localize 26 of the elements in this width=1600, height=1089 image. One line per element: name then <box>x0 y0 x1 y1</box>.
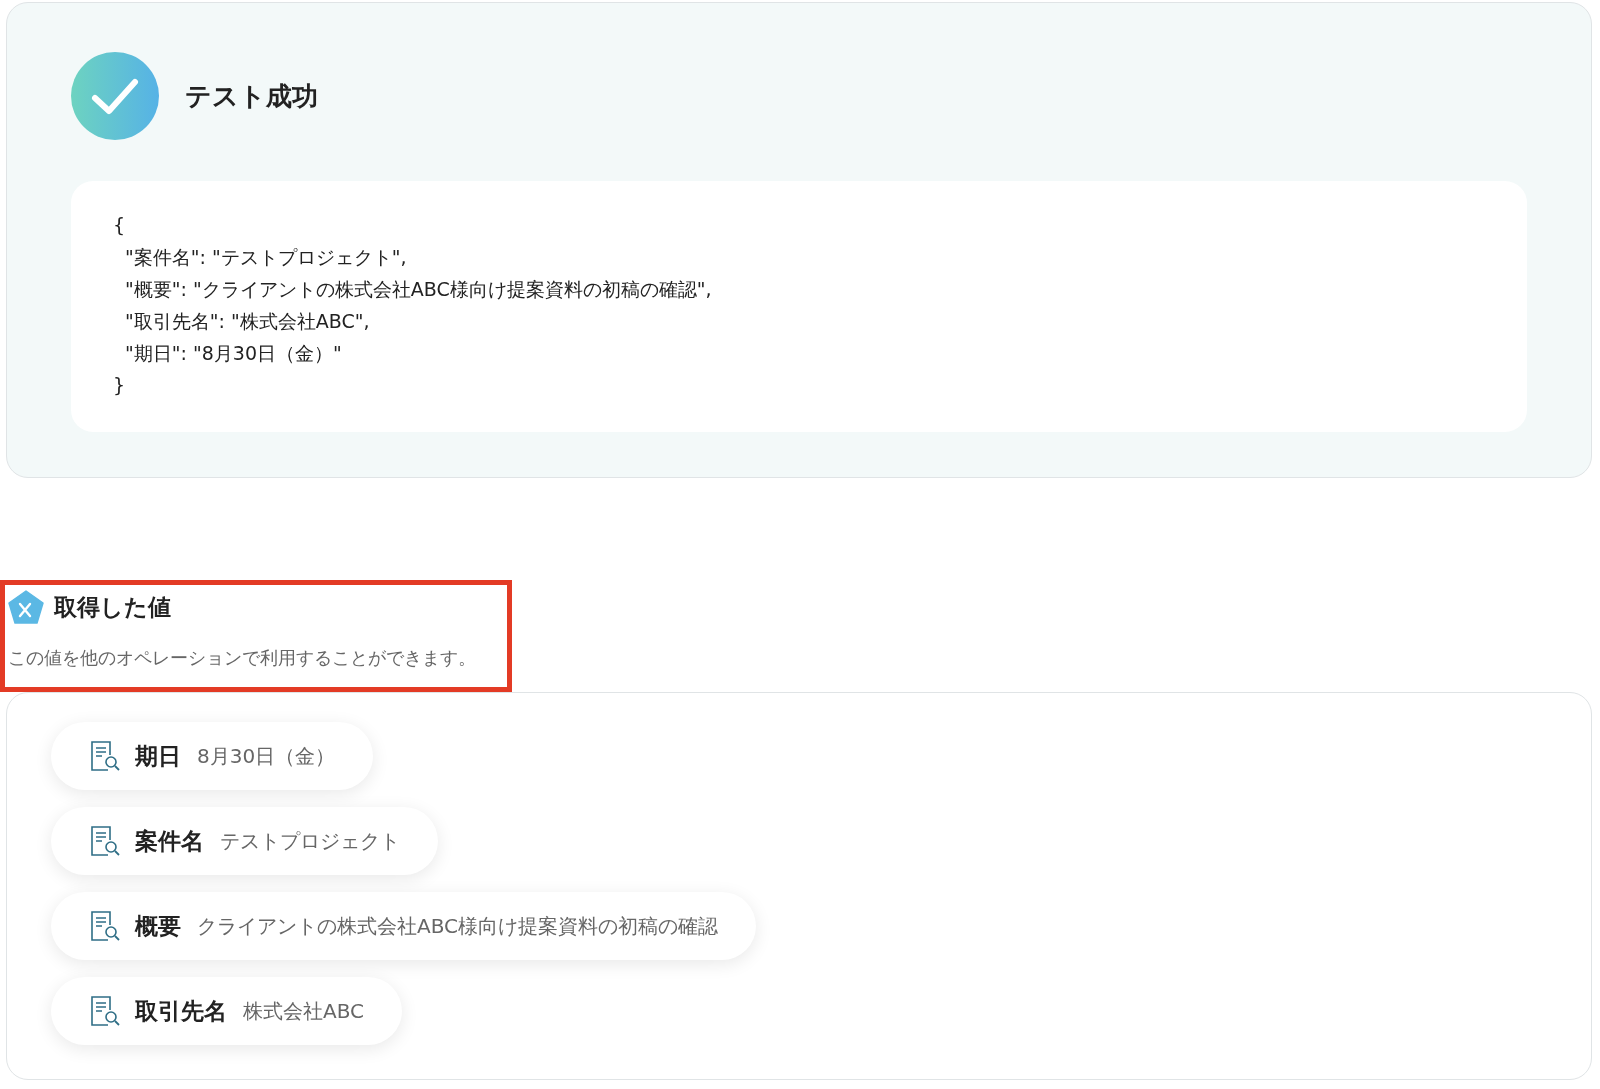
document-search-icon <box>89 825 121 857</box>
code-line: "期日": "8月30日（金）" <box>124 341 343 366</box>
value-text: 株式会社ABC <box>243 997 364 1025</box>
value-chip[interactable]: 期日 8月30日（金） <box>51 722 374 790</box>
result-title: テスト成功 <box>185 79 318 113</box>
value-label: 案件名 <box>135 826 204 856</box>
value-chip[interactable]: 案件名 テストプロジェクト <box>51 807 438 875</box>
code-line: } <box>113 373 127 398</box>
value-chip[interactable]: 概要 クライアントの株式会社ABC様向け提案資料の初稿の確認 <box>51 892 756 960</box>
value-label: 概要 <box>135 911 181 941</box>
code-line: { <box>113 213 127 238</box>
section-title: 取得した値 <box>54 592 171 622</box>
document-search-icon <box>89 910 121 942</box>
value-label: 取引先名 <box>135 996 227 1026</box>
value-text: クライアントの株式会社ABC様向け提案資料の初稿の確認 <box>197 912 718 940</box>
code-line: "案件名": "テストプロジェクト", <box>124 245 408 270</box>
value-chip[interactable]: 取引先名 株式会社ABC <box>51 977 402 1045</box>
code-line: "取引先名": "株式会社ABC", <box>124 309 371 334</box>
value-text: 8月30日（金） <box>197 742 336 770</box>
code-line: "概要": "クライアントの株式会社ABC様向け提案資料の初稿の確認", <box>124 277 713 302</box>
section-description: この値を他のオペレーションで利用することができます。 <box>8 647 477 670</box>
document-search-icon <box>89 995 121 1027</box>
value-text: テストプロジェクト <box>220 827 400 855</box>
document-search-icon <box>89 740 121 772</box>
variable-icon <box>8 590 44 624</box>
value-label: 期日 <box>135 741 181 771</box>
